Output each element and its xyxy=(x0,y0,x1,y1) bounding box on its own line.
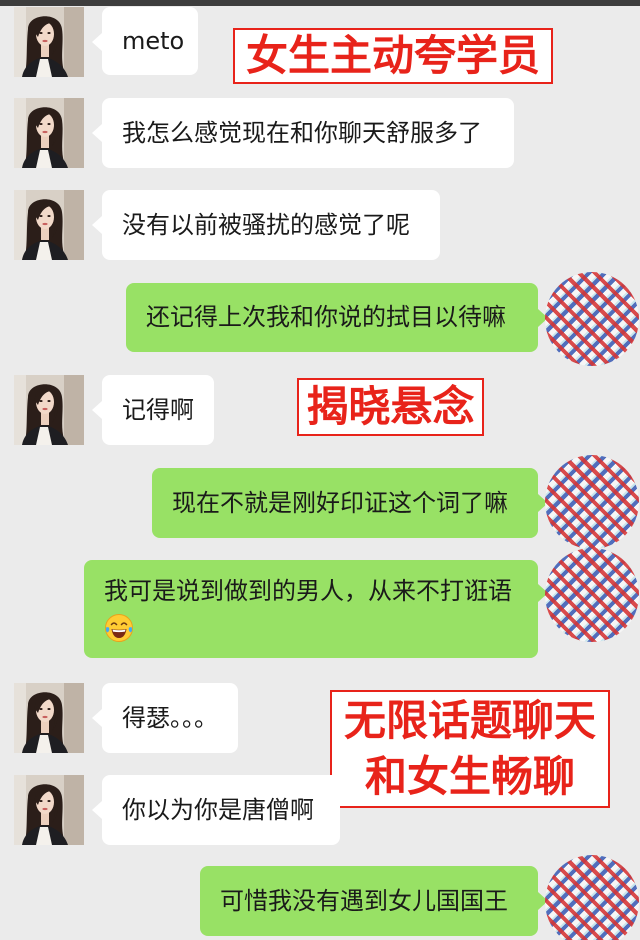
message-text: 没有以前被骚扰的感觉了呢 xyxy=(122,211,410,239)
message-text: meto xyxy=(122,27,185,55)
emoji-line xyxy=(104,609,518,645)
message-bubble-received[interactable]: 我怎么感觉现在和你聊天舒服多了 xyxy=(92,98,514,168)
message-text: 得瑟。。。 xyxy=(122,704,218,732)
annotation-text: 和女生畅聊 xyxy=(364,752,575,801)
own-avatar[interactable] xyxy=(545,855,639,940)
message-bubble-sent[interactable]: 可惜我没有遇到女儿国国王 xyxy=(200,866,548,936)
message-bubble-received[interactable]: 没有以前被骚扰的感觉了呢 xyxy=(92,190,440,260)
contact-avatar[interactable] xyxy=(14,775,84,845)
message-text: 记得啊 xyxy=(122,396,194,424)
message-bubble-received[interactable]: 你以为你是唐僧啊 xyxy=(92,775,340,845)
message-text: 还记得上次我和你说的拭目以待嘛 xyxy=(146,303,506,331)
message-bubble-sent[interactable]: 我可是说到做到的男人，从来不打诳语 xyxy=(84,560,548,658)
contact-avatar[interactable] xyxy=(14,683,84,753)
annotation-text: 揭晓悬念 xyxy=(306,382,475,431)
own-avatar[interactable] xyxy=(545,272,639,366)
message-text: 你以为你是唐僧啊 xyxy=(122,796,314,824)
message-text: 可惜我没有遇到女儿国国王 xyxy=(220,887,508,915)
own-avatar[interactable] xyxy=(545,455,639,549)
laughing-with-tears-icon xyxy=(105,614,133,642)
annotation-text: 无限话题聊天 xyxy=(343,696,596,745)
annotation-label: 无限话题聊天 和女生畅聊 xyxy=(330,690,610,808)
message-bubble-sent[interactable]: 现在不就是刚好印证这个词了嘛 xyxy=(152,468,548,538)
message-text: 我怎么感觉现在和你聊天舒服多了 xyxy=(122,119,482,147)
annotation-label: 揭晓悬念 xyxy=(297,378,484,436)
annotation-label: 女生主动夸学员 xyxy=(233,28,553,84)
contact-avatar[interactable] xyxy=(14,98,84,168)
own-avatar[interactable] xyxy=(545,548,639,642)
message-bubble-received[interactable]: 记得啊 xyxy=(92,375,214,445)
top-edge-bar xyxy=(0,0,640,6)
message-text: 我可是说到做到的男人，从来不打诳语 xyxy=(104,577,512,605)
annotation-text: 女生主动夸学员 xyxy=(245,31,540,80)
message-bubble-sent[interactable]: 还记得上次我和你说的拭目以待嘛 xyxy=(126,283,548,352)
message-bubble-received[interactable]: meto xyxy=(92,7,198,75)
message-text: 现在不就是刚好印证这个词了嘛 xyxy=(172,489,508,517)
message-bubble-received[interactable]: 得瑟。。。 xyxy=(92,683,238,753)
contact-avatar[interactable] xyxy=(14,190,84,260)
contact-avatar[interactable] xyxy=(14,375,84,445)
contact-avatar[interactable] xyxy=(14,7,84,77)
